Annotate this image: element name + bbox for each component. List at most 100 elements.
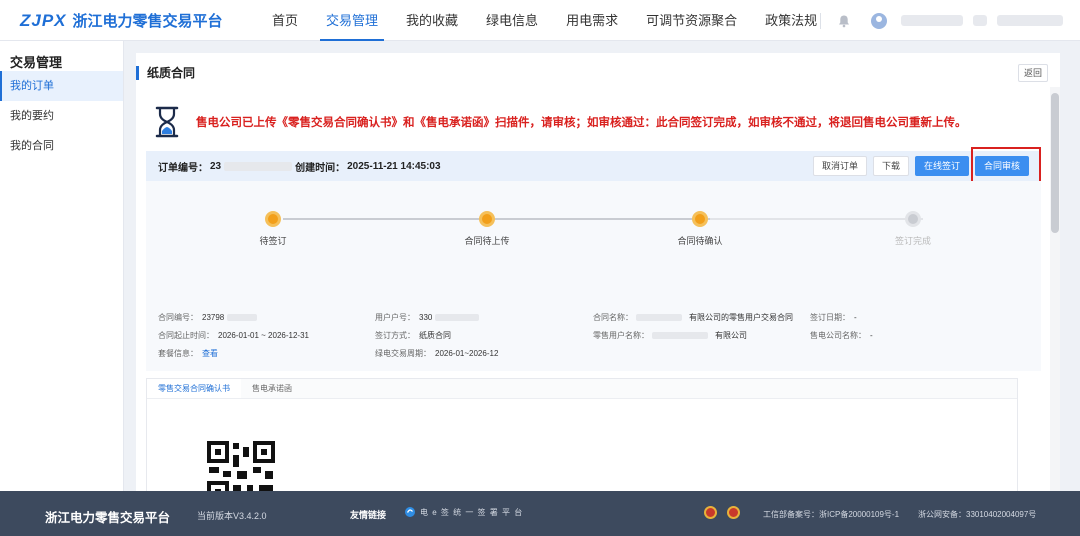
tab-commitment-letter[interactable]: 售电承诺函 xyxy=(241,379,303,398)
sign-online-button[interactable]: 在线签订 xyxy=(914,156,969,176)
tab-confirmation-letter[interactable]: 零售交易合同确认书 xyxy=(147,379,241,398)
sidebar-item-my-offers[interactable]: 我的要约 xyxy=(0,101,123,131)
user-no-redacted xyxy=(435,314,480,321)
order-actions: 取消订单 下载 在线签订 合同审核 xyxy=(807,156,1029,176)
order-no-value: 23 xyxy=(210,160,222,172)
contract-period-label: 合同起止时间： xyxy=(158,331,214,340)
header-divider xyxy=(820,12,821,29)
qr-code-icon xyxy=(207,441,275,491)
main-nav: 首页 交易管理 我的收藏 绿电信息 用电需求 可调节资源聚合 政策法规 xyxy=(258,0,831,41)
nav-green-power-info[interactable]: 绿电信息 xyxy=(472,0,552,41)
step-connector xyxy=(283,218,497,220)
step-label-pending-upload: 合同待上传 xyxy=(464,236,510,246)
cancel-order-button[interactable]: 取消订单 xyxy=(812,156,867,176)
contract-period: 合同起止时间： 2026-01-01 ~ 2026-12-31 xyxy=(158,330,309,341)
esign-logo-icon xyxy=(405,507,415,517)
hourglass-icon xyxy=(155,106,179,138)
step-label-signed: 签订完成 xyxy=(894,236,931,246)
seller-name: 售电公司名称： - xyxy=(810,330,873,341)
green-trade-period: 绿电交易周期： 2026-01~2026-12 xyxy=(375,348,498,359)
contract-no-value: 23798 xyxy=(202,313,225,322)
notice-text: 售电公司已上传《零售交易合同确认书》和《售电承诺函》扫描件，请审核；如审核通过：… xyxy=(196,117,967,129)
user-info-redacted xyxy=(973,15,987,26)
contract-period-value: 2026-01-01 ~ 2026-12-31 xyxy=(218,331,309,340)
green-period-value: 2026-01~2026-12 xyxy=(435,349,499,358)
step-dot-pending-sign xyxy=(265,211,281,227)
order-no-label: 订单编号： xyxy=(158,162,208,174)
review-notice: 售电公司已上传《零售交易合同确认书》和《售电承诺函》扫描件，请审核；如审核通过：… xyxy=(152,105,967,139)
bell-icon[interactable] xyxy=(837,14,851,28)
step-connector xyxy=(497,218,710,220)
contract-name-redacted xyxy=(636,314,682,321)
scrollbar-thumb[interactable] xyxy=(1051,93,1059,233)
header-right xyxy=(820,0,1063,41)
tab-bar: 零售交易合同确认书 售电承诺函 xyxy=(147,379,1017,399)
gov-badge-icon[interactable] xyxy=(727,506,740,519)
package-label: 套餐信息： xyxy=(158,349,198,358)
sidebar-item-my-contracts[interactable]: 我的合同 xyxy=(0,131,123,161)
nav-resource-aggregation[interactable]: 可调节资源聚合 xyxy=(632,0,751,41)
step-connector xyxy=(710,218,923,220)
user-name-redacted[interactable] xyxy=(901,15,963,26)
police-badge-icon[interactable] xyxy=(704,506,717,519)
main-panel: 纸质合同 返回 售电公司已上传《零售交易合同确认书》和《售电承诺函》扫描件，请审… xyxy=(136,53,1060,491)
green-period-label: 绿电交易周期： xyxy=(375,349,431,358)
nav-trade-management[interactable]: 交易管理 xyxy=(312,0,392,41)
page-title: 纸质合同 xyxy=(136,66,195,80)
package-info: 套餐信息： 查看 xyxy=(158,348,218,359)
order-bar: 订单编号： 23 创建时间： 2025-11-21 14:45:03 取消订单 … xyxy=(146,147,1041,185)
nav-power-demand[interactable]: 用电需求 xyxy=(552,0,632,41)
contract-info: 合同编号： 23798 用户户号： 330 合同名称： 有限公司的零售用户交易合… xyxy=(146,251,1041,371)
user-org-redacted xyxy=(997,15,1063,26)
platform-logo[interactable]: ZJPX 浙江电力零售交易平台 xyxy=(20,10,223,31)
contract-no-label: 合同编号： xyxy=(158,313,198,322)
footer-links-label: 友情链接 xyxy=(350,510,387,520)
back-button[interactable]: 返回 xyxy=(1018,64,1048,82)
document-tabs: 零售交易合同确认书 售电承诺函 xyxy=(146,378,1018,491)
contract-no: 合同编号： 23798 xyxy=(158,312,260,323)
sign-method-label: 签订方式： xyxy=(375,331,415,340)
icp-record[interactable]: 工信部备案号：浙ICP备20000109号-1 xyxy=(763,509,899,520)
download-button[interactable]: 下载 xyxy=(872,156,909,176)
step-dot-signed xyxy=(905,211,921,227)
view-package-link[interactable]: 查看 xyxy=(202,348,218,359)
esign-platform-link[interactable]: 电 e 签 统 一 签 署 平 台 xyxy=(404,506,523,518)
sidebar-title: 交易管理 xyxy=(10,55,63,70)
sidebar: 交易管理 我的订单 我的要约 我的合同 xyxy=(0,41,124,491)
sign-date-label: 签订日期： xyxy=(810,313,850,322)
step-dot-pending-confirm xyxy=(692,211,708,227)
police-record[interactable]: 浙公网安备：33010402004097号 xyxy=(918,509,1036,520)
contract-name-label: 合同名称： xyxy=(593,313,633,322)
step-label-pending-confirm: 合同待确认 xyxy=(677,236,723,246)
retail-user-label: 零售用户名称： xyxy=(593,331,649,340)
contract-name: 合同名称： 有限公司的零售用户交易合同 xyxy=(593,312,793,323)
user-avatar-icon[interactable] xyxy=(871,12,887,29)
logo-mark: ZJPX xyxy=(20,10,67,30)
created-time-label: 创建时间： xyxy=(295,162,346,174)
contract-name-value: 有限公司的零售用户交易合同 xyxy=(689,313,793,322)
sign-date: 签订日期： - xyxy=(810,312,857,323)
logo-text: 浙江电力零售交易平台 xyxy=(72,13,223,30)
seller-label: 售电公司名称： xyxy=(810,331,866,340)
sign-date-value: - xyxy=(854,313,857,322)
step-label-pending-sign: 待签订 xyxy=(259,236,287,246)
retail-user-value: 有限公司 xyxy=(715,331,747,340)
retail-user-redacted xyxy=(652,332,708,339)
seller-value: - xyxy=(870,331,873,340)
user-no-label: 用户户号： xyxy=(375,313,415,322)
nav-home[interactable]: 首页 xyxy=(258,0,312,41)
sign-method: 签订方式： 纸质合同 xyxy=(375,330,451,341)
sign-method-value: 纸质合同 xyxy=(419,331,451,340)
footer: 浙江电力零售交易平台 当前版本V3.4.2.0 友情链接 电 e 签 统 一 签… xyxy=(0,491,1080,536)
created-time-value: 2025-11-21 14:45:03 xyxy=(347,160,441,172)
user-no-value: 330 xyxy=(419,313,433,322)
nav-favorites[interactable]: 我的收藏 xyxy=(392,0,472,41)
order-no-redacted xyxy=(224,161,293,171)
step-dot-pending-upload xyxy=(479,211,495,227)
retail-user-name: 零售用户名称： 有限公司 xyxy=(593,330,747,341)
esign-label: 电 e 签 统 一 签 署 平 台 xyxy=(420,507,524,517)
top-header: ZJPX 浙江电力零售交易平台 首页 交易管理 我的收藏 绿电信息 用电需求 可… xyxy=(0,0,1080,41)
footer-badges xyxy=(704,506,750,519)
contract-review-button[interactable]: 合同审核 xyxy=(974,156,1029,176)
sidebar-item-my-orders[interactable]: 我的订单 xyxy=(0,71,123,101)
